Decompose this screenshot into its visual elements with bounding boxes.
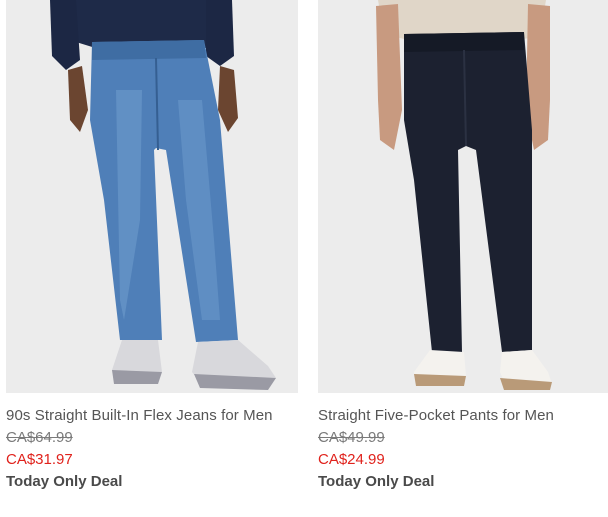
blue-jeans-photo bbox=[50, 0, 276, 390]
deal-badge: Today Only Deal bbox=[6, 473, 123, 490]
sale-price: CA$24.99 bbox=[318, 451, 385, 468]
original-price: CA$64.99 bbox=[6, 429, 73, 446]
product-title[interactable]: 90s Straight Built-In Flex Jeans for Men bbox=[6, 405, 298, 427]
deal-badge: Today Only Deal bbox=[318, 473, 435, 490]
product-image[interactable] bbox=[6, 0, 298, 393]
original-price: CA$49.99 bbox=[318, 429, 385, 446]
product-title[interactable]: Straight Five-Pocket Pants for Men bbox=[318, 405, 608, 427]
product-card[interactable]: Straight Five-Pocket Pants for Men CA$49… bbox=[318, 0, 608, 493]
product-card[interactable]: 90s Straight Built-In Flex Jeans for Men… bbox=[6, 0, 298, 493]
product-image[interactable] bbox=[318, 0, 608, 393]
dark-pants-photo bbox=[376, 0, 552, 390]
sale-price: CA$31.97 bbox=[6, 451, 73, 468]
